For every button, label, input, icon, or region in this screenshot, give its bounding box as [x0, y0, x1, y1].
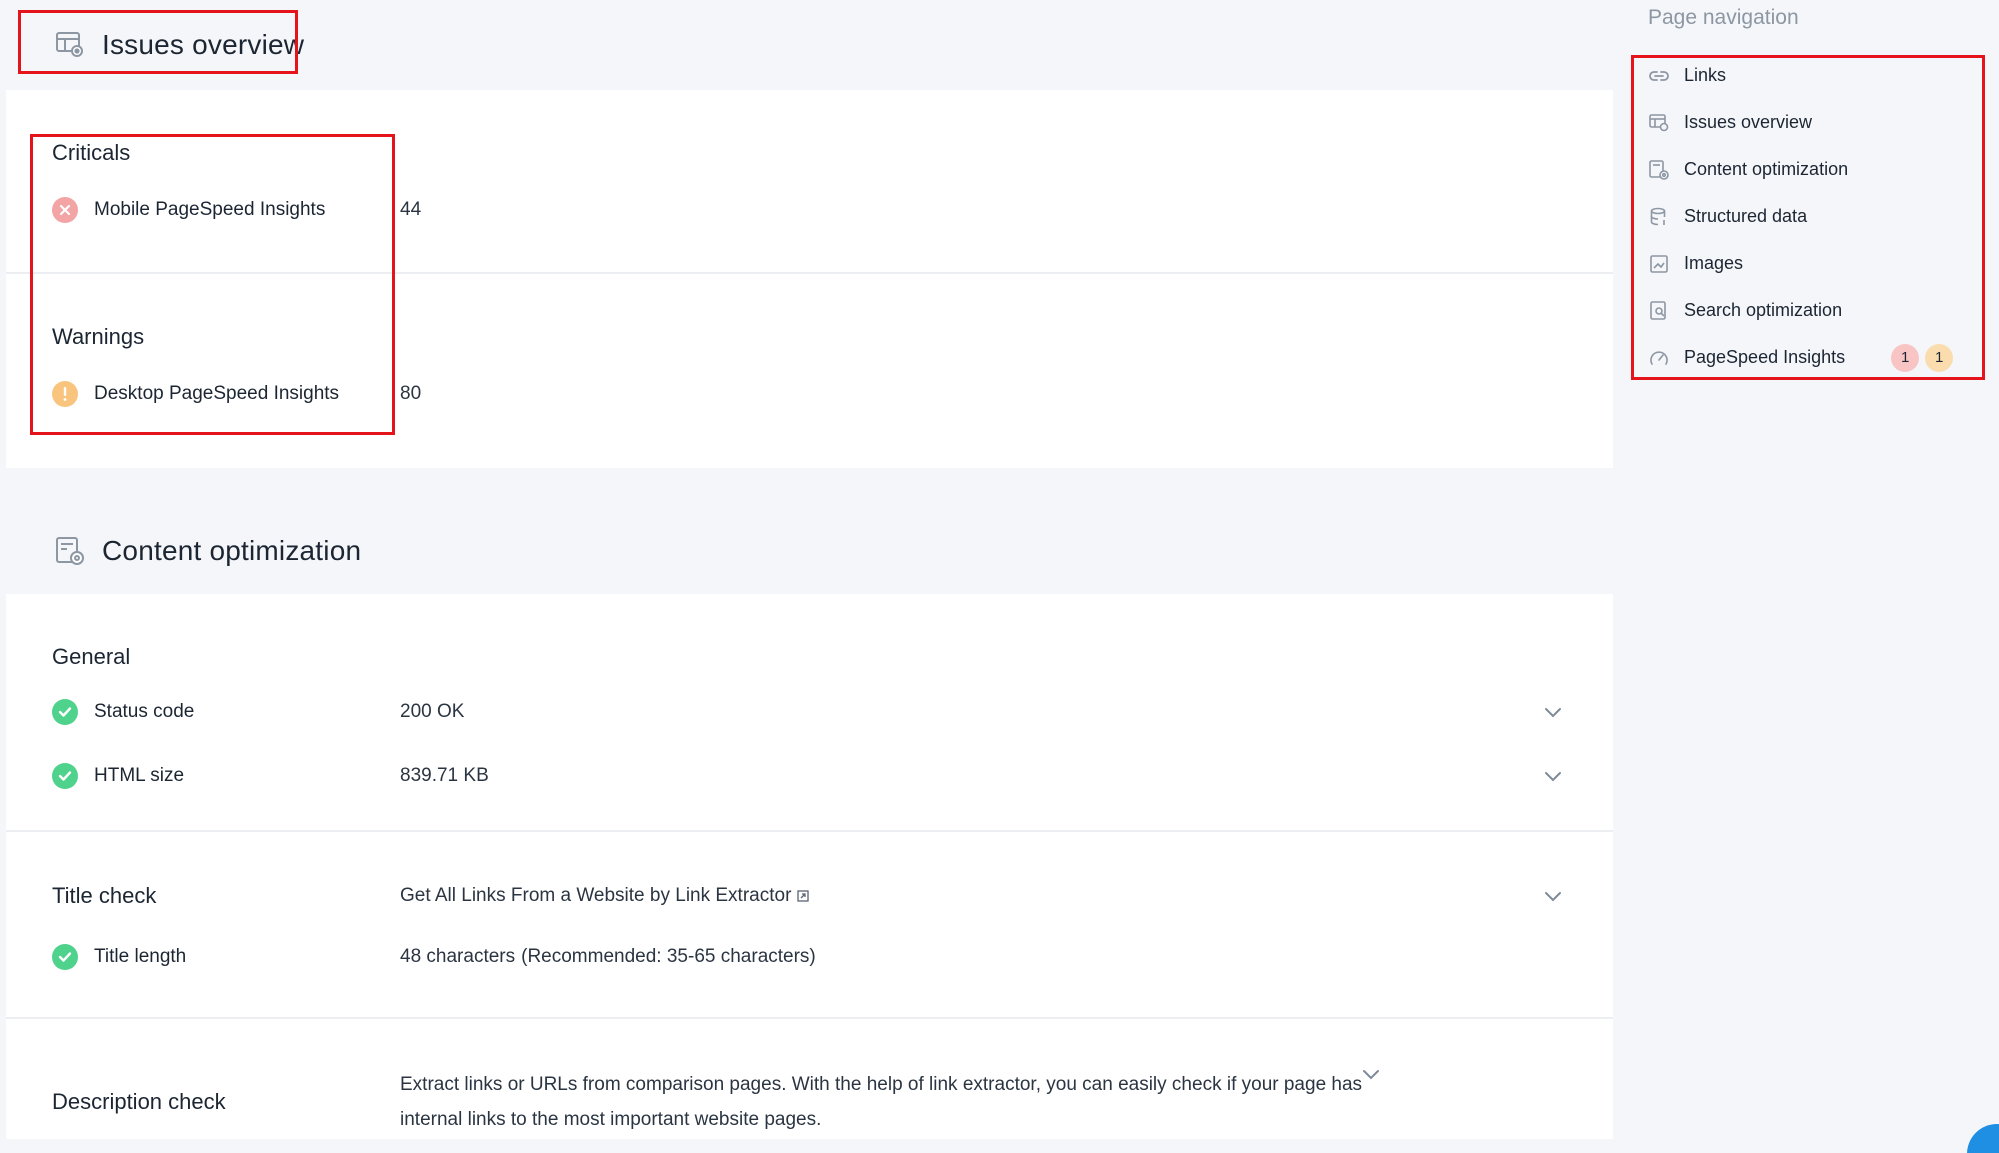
title-value: Get All Links From a Website by Link Ext… — [400, 885, 792, 906]
link-icon — [1648, 65, 1670, 87]
image-icon — [1648, 253, 1670, 275]
description-line: internal links to the most important web… — [400, 1109, 822, 1130]
item-label: Mobile PageSpeed Insights — [94, 199, 326, 220]
database-icon — [1648, 206, 1670, 228]
sidebar-item-pagespeed-insights[interactable]: PageSpeed Insights 1 1 — [1648, 334, 1998, 381]
list-item: HTML size 839.71 KB — [52, 756, 1613, 796]
list-item: Desktop PageSpeed Insights 80 — [52, 374, 1613, 414]
check-icon — [52, 763, 78, 789]
warnings-group: Warnings Desktop PageSpeed Insights 80 — [6, 274, 1613, 414]
content-icon — [1648, 159, 1670, 181]
sidebar-item-links[interactable]: Links — [1648, 52, 1998, 99]
sidebar-item-content-optimization[interactable]: Content optimization — [1648, 146, 1998, 193]
sidebar-title: Page navigation — [1648, 6, 1799, 29]
sidebar-item-structured-data[interactable]: Structured data — [1648, 193, 1998, 240]
chevron-down-icon[interactable] — [1541, 700, 1565, 724]
group-title: Description check — [52, 1089, 226, 1114]
check-icon — [52, 944, 78, 970]
page-navigation-list: Links Issues overview Content optimizati… — [1648, 52, 1998, 381]
title-length-value: 48 characters — [400, 946, 516, 967]
section-title: Issues overview — [102, 29, 305, 60]
list-item: Status code 200 OK — [52, 692, 1613, 732]
speed-icon — [1648, 347, 1670, 369]
issues-icon — [1648, 112, 1670, 134]
group-title: Title check — [52, 883, 157, 908]
title-length-hint: (Recommended: 35-65 characters) — [521, 946, 816, 967]
error-icon — [52, 197, 78, 223]
section-title: Content optimization — [102, 535, 362, 566]
sidebar-item-label: Content optimization — [1684, 159, 1849, 179]
sidebar-item-issues-overview[interactable]: Issues overview — [1648, 99, 1998, 146]
list-item: Mobile PageSpeed Insights 44 — [52, 190, 1613, 230]
group-title: Warnings — [52, 324, 145, 349]
title-check-group: Title check Get All Links From a Website… — [6, 832, 1613, 1017]
content-optimization-header: Content optimization — [6, 496, 1613, 594]
item-label: Status code — [94, 701, 195, 722]
content-card: General Status code 200 OK HTML size 839… — [6, 594, 1613, 1139]
chevron-down-icon[interactable] — [1362, 1067, 1380, 1137]
item-value: 80 — [400, 383, 422, 404]
external-link-icon[interactable] — [797, 890, 810, 902]
group-title: Criticals — [52, 140, 131, 165]
chevron-down-icon[interactable] — [1541, 884, 1565, 908]
description-value: Extract links or URLs from comparison pa… — [400, 1067, 1362, 1137]
item-label: Desktop PageSpeed Insights — [94, 383, 340, 404]
warning-count-badge: 1 — [1925, 343, 1954, 372]
criticals-group: Criticals Mobile PageSpeed Insights 44 — [6, 90, 1613, 230]
sidebar-item-label: Images — [1684, 253, 1744, 273]
search-doc-icon — [1648, 300, 1670, 322]
content-icon — [52, 533, 88, 569]
description-check-group: Description check Extract links or URLs … — [6, 1019, 1613, 1139]
issues-icon — [52, 27, 88, 63]
issues-overview-header: Issues overview — [6, 0, 1613, 90]
item-label: HTML size — [94, 765, 185, 786]
warning-icon — [52, 381, 78, 407]
sidebar-item-search-optimization[interactable]: Search optimization — [1648, 287, 1998, 334]
sidebar-item-label: PageSpeed Insights — [1684, 347, 1846, 367]
page: Issues overview Criticals Mobile PageSpe… — [0, 0, 1999, 1153]
general-group: General Status code 200 OK HTML size 839… — [6, 594, 1613, 830]
sidebar-item-label: Issues overview — [1684, 112, 1813, 132]
list-item: Title length 48 characters (Recommended:… — [52, 937, 1613, 977]
issues-card: Criticals Mobile PageSpeed Insights 44 W… — [6, 90, 1613, 468]
item-value: 44 — [400, 199, 422, 220]
sidebar-item-images[interactable]: Images — [1648, 240, 1998, 287]
item-label: Title length — [94, 946, 187, 967]
html-size-value: 839.71 KB — [400, 765, 489, 786]
description-check-row: Description check Extract links or URLs … — [52, 1067, 1613, 1137]
sidebar-item-label: Links — [1684, 65, 1727, 85]
check-icon — [52, 699, 78, 725]
sidebar-item-label: Search optimization — [1684, 300, 1843, 320]
description-line: Extract links or URLs from comparison pa… — [400, 1074, 1363, 1095]
critical-count-badge: 1 — [1891, 343, 1920, 372]
group-title: General — [52, 644, 131, 669]
chevron-down-icon[interactable] — [1541, 764, 1565, 788]
main-content: Issues overview Criticals Mobile PageSpe… — [6, 0, 1613, 1139]
status-code-value: 200 OK — [400, 701, 465, 722]
title-check-row: Title check Get All Links From a Website… — [52, 876, 1613, 916]
page-navigation-sidebar: Page navigation Links Issues overview Co… — [1630, 0, 1999, 1153]
badge-group: 1 1 — [1885, 343, 1954, 372]
sidebar-item-label: Structured data — [1684, 206, 1808, 226]
